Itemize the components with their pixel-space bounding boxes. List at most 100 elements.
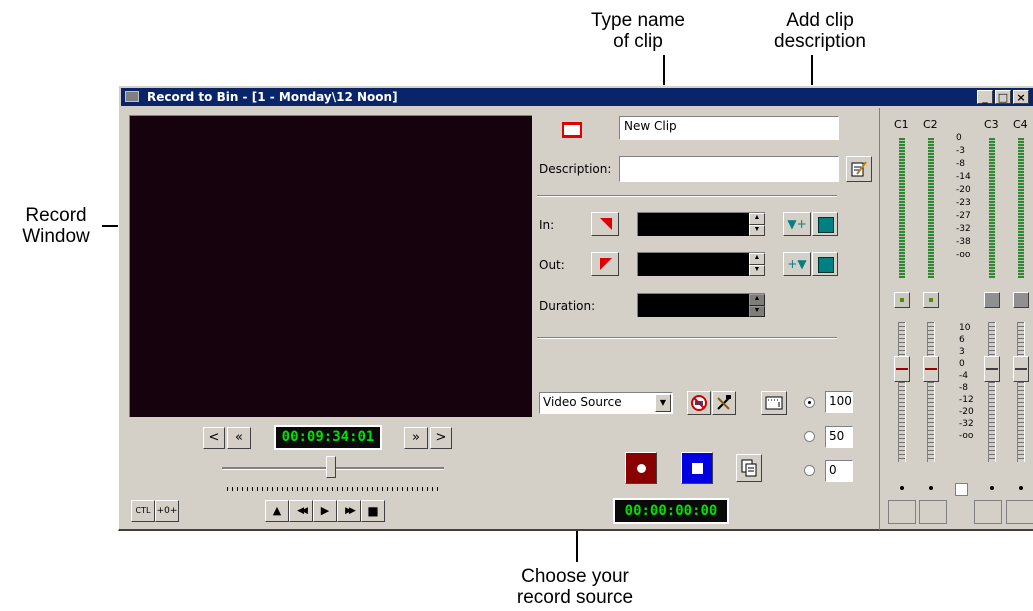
title-bar: Record to Bin - [1 - Monday\12 Noon] _ □…	[121, 88, 1033, 106]
window-icon	[125, 91, 139, 102]
tools-icon	[717, 395, 731, 410]
clear-out-icon	[818, 257, 834, 273]
rate-radio-100[interactable]	[804, 397, 815, 408]
channel-label-c3: C3	[984, 118, 999, 131]
solo-button-c3[interactable]	[984, 292, 1000, 308]
next-frame-button[interactable]: >	[430, 427, 452, 449]
link-checkbox[interactable]	[955, 483, 968, 496]
mark-out-icon	[600, 258, 612, 270]
callout-choose-source: Choose your record source	[516, 566, 634, 608]
stop-record-button[interactable]	[681, 452, 713, 484]
window-title: Record to Bin - [1 - Monday\12 Noon]	[147, 90, 398, 104]
out-timecode-field[interactable]: ▲ ▼	[637, 252, 765, 276]
rate-field-100[interactable]: 100	[825, 391, 853, 413]
fast-forward-button[interactable]: ▶▶	[337, 500, 361, 522]
callout-add-description: Add clip description	[774, 10, 866, 52]
separator-1	[537, 195, 837, 197]
channel-box-c1[interactable]	[888, 500, 916, 524]
edit-description-button[interactable]	[846, 156, 872, 182]
mark-out-button[interactable]	[591, 252, 619, 276]
fader-knob-c2[interactable]	[923, 356, 939, 382]
rewind-button[interactable]: ◀◀	[289, 500, 313, 522]
clip-name-field[interactable]: New Clip	[619, 116, 839, 140]
minimize-button[interactable]: _	[977, 90, 993, 104]
pan-dot-c2	[929, 486, 933, 490]
document-list-icon	[741, 459, 757, 477]
dropdown-arrow-icon[interactable]: ▼	[655, 394, 671, 412]
record-icon	[637, 464, 646, 473]
duration-field: ▲ ▼	[637, 293, 765, 317]
channel-label-c2: C2	[923, 118, 938, 131]
calibrate-button[interactable]	[761, 391, 787, 415]
record-button[interactable]	[625, 452, 657, 484]
fader-knob-c3[interactable]	[984, 356, 1000, 382]
tools-button[interactable]	[712, 391, 736, 415]
clear-out-button[interactable]	[812, 252, 838, 276]
record-log-button[interactable]	[736, 454, 762, 482]
solo-button-c1[interactable]	[894, 292, 910, 308]
prev-frame-button[interactable]: <	[203, 427, 225, 449]
offset-button[interactable]: +0+	[155, 500, 179, 522]
maximize-button[interactable]: □	[995, 90, 1011, 104]
rate-field-50[interactable]: 50	[825, 426, 853, 448]
goto-out-button[interactable]: +▼	[783, 252, 811, 276]
forward-step-button[interactable]: »	[404, 427, 428, 449]
channel-box-c3[interactable]	[974, 500, 1002, 524]
shuttle-thumb[interactable]	[326, 456, 336, 478]
meter-c4	[1018, 138, 1024, 278]
ctl-button[interactable]: CTL	[131, 500, 155, 522]
record-timecode: 00:00:00:00	[613, 498, 729, 524]
fader-scale: 10 6 3 0 -4 -8 -12 -20 -32 -oo	[959, 323, 974, 441]
clear-in-icon	[818, 217, 834, 233]
goto-in-button[interactable]: ▼+	[783, 212, 811, 236]
rewind-step-button[interactable]: «	[227, 427, 251, 449]
clear-in-button[interactable]	[812, 212, 838, 236]
stop-button[interactable]: ■	[361, 500, 385, 522]
video-source-value: Video Source	[543, 395, 622, 409]
fader-track-c2[interactable]	[927, 322, 935, 462]
description-label: Description:	[539, 162, 612, 176]
play-button[interactable]: ▶	[313, 500, 337, 522]
record-to-bin-window: Record to Bin - [1 - Monday\12 Noon] _ □…	[118, 85, 1033, 531]
pan-dot-c4	[1019, 486, 1023, 490]
no-connect-icon	[691, 395, 707, 411]
fader-knob-c4[interactable]	[1013, 356, 1029, 382]
rate-field-0[interactable]: 0	[825, 460, 853, 482]
fader-knob-c1[interactable]	[894, 356, 910, 382]
description-field[interactable]	[619, 156, 839, 182]
eject-button[interactable]: ▲	[265, 500, 289, 522]
fader-track-c4[interactable]	[1017, 322, 1025, 462]
meter-c2	[928, 138, 934, 278]
solo-button-c2[interactable]	[923, 292, 939, 308]
mark-in-button[interactable]	[591, 212, 619, 236]
audio-mixer: C1 C2 C3 C4 0 -3 -8 -14 -20 -23 -27 -32 -38 -o…	[879, 108, 1033, 530]
shuttle-ticks	[227, 487, 441, 491]
channel-label-c4: C4	[1013, 118, 1028, 131]
callout-type-name: Type name of clip	[591, 10, 685, 52]
close-button[interactable]: ×	[1013, 90, 1029, 104]
stop-icon	[692, 463, 703, 474]
video-source-select[interactable]: Video Source ▼	[539, 392, 673, 414]
solo-button-c4[interactable]	[1013, 292, 1029, 308]
rate-radio-50[interactable]	[804, 431, 815, 442]
meter-c3	[989, 138, 995, 278]
source-settings-button[interactable]	[687, 391, 711, 415]
meter-scale: 0 -3 -8 -14 -20 -23 -27 -32 -38 -oo	[956, 133, 971, 260]
clip-icon	[560, 120, 584, 140]
channel-box-c4[interactable]	[1006, 500, 1033, 524]
rate-radio-0[interactable]	[804, 465, 815, 476]
callout-record-window: Record Window	[22, 205, 90, 247]
fader-track-c1[interactable]	[898, 322, 906, 462]
mark-in-icon	[600, 218, 612, 230]
duration-label: Duration:	[539, 299, 596, 313]
edit-notes-icon	[851, 161, 867, 177]
ruler-icon	[765, 396, 783, 410]
separator-2	[537, 337, 837, 339]
record-monitor	[129, 115, 532, 417]
in-timecode-field[interactable]: ▲ ▼	[637, 212, 765, 236]
fader-track-c3[interactable]	[988, 322, 996, 462]
out-label: Out:	[539, 258, 565, 272]
pan-dot-c3	[990, 486, 994, 490]
channel-box-c2[interactable]	[919, 500, 947, 524]
in-label: In:	[539, 218, 555, 232]
